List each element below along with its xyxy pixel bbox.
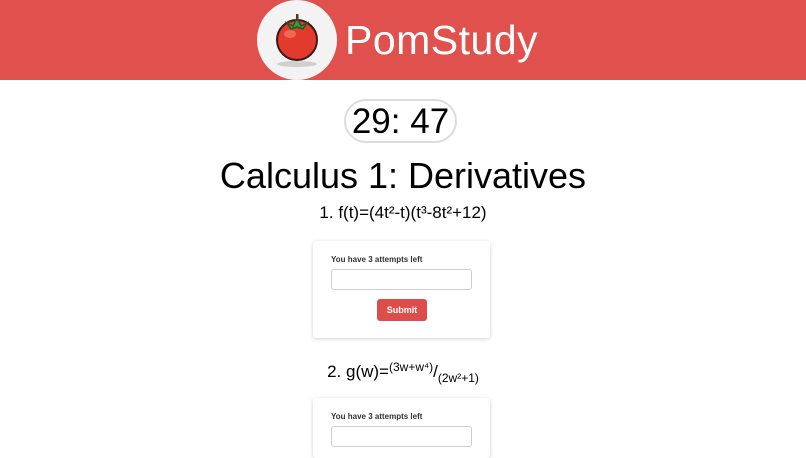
pomodoro-timer: 29: 47: [344, 99, 457, 143]
problem-numerator: (3w+w⁴): [388, 360, 434, 374]
submit-button[interactable]: Submit: [377, 299, 427, 321]
logo[interactable]: [257, 0, 337, 80]
answer-card-2: You have 3 attempts left: [313, 398, 490, 458]
problem-expression: f(t)=(4t²-t)(t³-8t²+12): [338, 203, 487, 222]
attempts-remaining: You have 3 attempts left: [331, 412, 423, 421]
answer-card-1: You have 3 attempts left Submit: [313, 241, 490, 338]
page-title: Calculus 1: Derivatives: [219, 155, 587, 196]
problem-2: 2. g(w)=(3w+w⁴)/(2w²+1): [0, 352, 806, 393]
answer-input-2[interactable]: [331, 426, 472, 447]
problem-number: 1.: [319, 203, 334, 222]
tomato-icon: [276, 14, 318, 67]
answer-input-1[interactable]: [331, 269, 472, 290]
brand-name: PomStudy: [345, 17, 539, 63]
problem-number: 2.: [327, 362, 342, 381]
attempts-remaining: You have 3 attempts left: [331, 255, 423, 264]
app-header: PomStudy: [0, 0, 806, 80]
problem-prefix: g(w)=: [346, 362, 389, 381]
problem-1: 1. f(t)=(4t²-t)(t³-8t²+12): [0, 202, 806, 224]
problem-denominator: (2w²+1): [437, 371, 479, 385]
